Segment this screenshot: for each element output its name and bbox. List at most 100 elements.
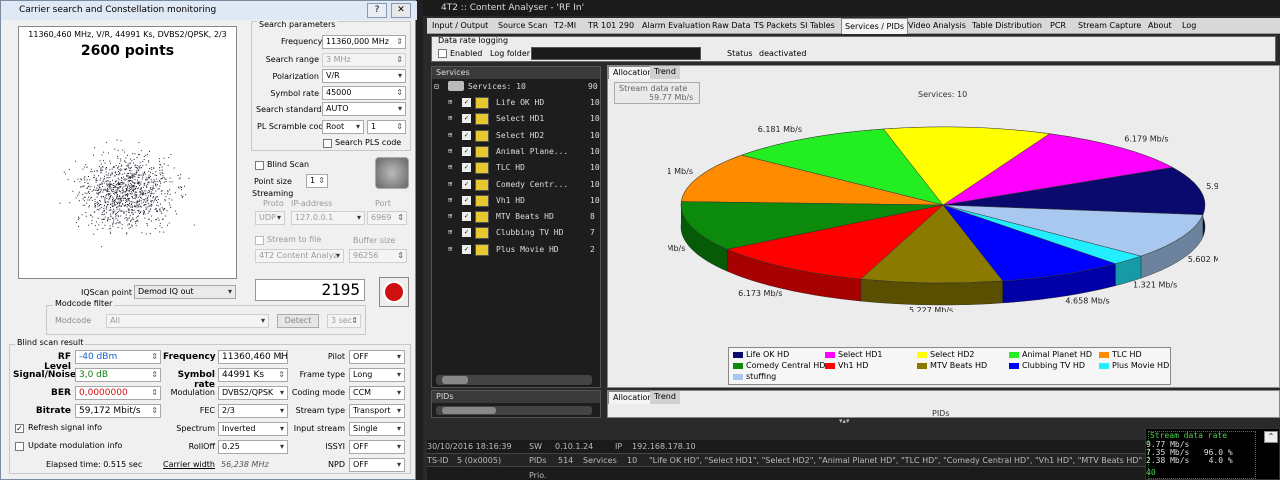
frame-type-select[interactable]: Long <box>349 368 405 382</box>
modcode-select[interactable]: All <box>106 314 269 328</box>
tab-tr-101-290[interactable]: TR 101 290 <box>585 18 637 34</box>
search-pls-checkbox[interactable] <box>323 139 332 148</box>
scroll-thumb[interactable] <box>442 376 468 384</box>
tab-pcr[interactable]: PCR <box>1047 18 1069 34</box>
expand-icon[interactable]: ⊞ <box>448 245 452 253</box>
frequency-input[interactable]: 11360,000 MHz <box>322 35 406 49</box>
enabled-checkbox[interactable] <box>438 49 447 58</box>
close-button[interactable]: ✕ <box>391 3 411 18</box>
expand-icon[interactable]: ⊞ <box>448 196 452 204</box>
splitter[interactable]: ▾▴▾ <box>427 417 1147 426</box>
legend-label: stuffing <box>746 372 777 381</box>
coding-mode-select[interactable]: CCM <box>349 386 405 400</box>
carrier-width-label[interactable]: Carrier width <box>163 460 215 469</box>
service-checkbox[interactable]: ✓ <box>462 228 471 238</box>
pl-scramble-select[interactable]: Root <box>322 120 364 134</box>
expand-icon[interactable]: ⊞ <box>448 228 452 236</box>
service-count: 8 <box>590 212 595 222</box>
iqscan-select[interactable]: Demod IQ out <box>134 285 236 299</box>
tab-log[interactable]: Log <box>1179 18 1199 34</box>
polarization-select[interactable]: V/R <box>322 69 406 83</box>
tab-si-tables[interactable]: SI Tables <box>797 18 838 34</box>
tab-services-pids[interactable]: Services / PIDs <box>841 18 909 34</box>
service-checkbox[interactable]: ✓ <box>462 114 471 124</box>
services-hscrollbar[interactable] <box>436 375 592 385</box>
tab-video-analysis[interactable]: Video Analysis <box>905 18 969 34</box>
collapse-up-icon[interactable]: ⌃ <box>1264 431 1278 443</box>
legend-swatch <box>917 362 927 369</box>
pl-scramble-label: PL Scramble code <box>257 122 329 131</box>
tab-table-distribution[interactable]: Table Distribution <box>969 18 1045 34</box>
service-checkbox[interactable]: ✓ <box>462 98 471 107</box>
service-icon <box>475 178 489 191</box>
expand-icon[interactable]: ⊞ <box>448 131 452 139</box>
npd-select[interactable]: OFF <box>349 458 405 472</box>
stream-to-file-checkbox[interactable] <box>255 236 264 245</box>
service-checkbox[interactable]: ✓ <box>462 212 471 222</box>
service-checkbox[interactable]: ✓ <box>462 163 471 173</box>
pids-hscrollbar[interactable] <box>436 406 592 415</box>
port-input[interactable]: 6969 <box>367 211 407 225</box>
scroll-thumb[interactable] <box>442 407 496 414</box>
tab-alarm-evaluation[interactable]: Alarm Evaluation <box>639 18 713 34</box>
tab-input-output[interactable]: Input / Output <box>429 18 491 34</box>
expand-icon[interactable]: ⊞ <box>448 114 452 122</box>
expand-icon[interactable]: ⊞ <box>448 212 452 220</box>
spectrum-select[interactable]: Inverted <box>218 422 288 436</box>
service-checkbox[interactable]: ✓ <box>462 195 471 205</box>
pie-label: 5.227 Mb/s <box>909 306 953 312</box>
service-checkbox[interactable]: ✓ <box>462 179 471 189</box>
service-checkbox[interactable]: ✓ <box>462 130 471 140</box>
service-checkbox[interactable]: ✓ <box>462 244 471 254</box>
detect-time-input[interactable]: 3 sec <box>327 314 361 328</box>
help-button[interactable]: ? <box>367 3 387 18</box>
stream-type-select[interactable]: Transport <box>349 404 405 418</box>
expand-icon[interactable]: ⊞ <box>448 163 452 171</box>
update-mod-checkbox[interactable] <box>15 442 24 451</box>
proto-select[interactable]: UDP <box>255 211 285 225</box>
detect-button[interactable]: Detect <box>277 314 319 328</box>
tab-stream-capture[interactable]: Stream Capture <box>1075 18 1144 34</box>
tab-about[interactable]: About <box>1145 18 1175 34</box>
input-stream-select[interactable]: Single <box>349 422 405 436</box>
search-range-input[interactable]: 3 MHz <box>322 53 406 67</box>
expand-icon[interactable]: ⊞ <box>448 98 452 106</box>
legend-swatch <box>1099 362 1109 369</box>
pl-scramble-number[interactable]: 1 <box>367 120 406 134</box>
modulation-select[interactable]: DVBS2/QPSK <box>218 386 288 400</box>
tab-raw-data[interactable]: Raw Data <box>709 18 753 34</box>
rolloff-select[interactable]: 0.25 <box>218 440 288 454</box>
status-label: Status <box>727 49 753 58</box>
legend-label: TLC HD <box>1112 350 1142 359</box>
symbol-rate-input[interactable]: 45000 <box>322 86 406 100</box>
ip-select[interactable]: 127.0.0.1 <box>291 211 365 225</box>
blind-scan-checkbox[interactable] <box>255 161 264 170</box>
point-size-input[interactable]: 1 <box>306 174 328 188</box>
tab-source-scan[interactable]: Source Scan <box>495 18 550 34</box>
pilot-select[interactable]: OFF <box>349 350 405 364</box>
refresh-checkbox[interactable]: ✓ <box>15 424 24 433</box>
satellite-dish-icon[interactable] <box>375 157 409 189</box>
buffer-size-input[interactable]: 96256 <box>349 249 407 263</box>
tab-trend-2[interactable]: Trend <box>650 391 680 404</box>
status-sw-label: SW <box>529 442 542 451</box>
issyi-select[interactable]: OFF <box>349 440 405 454</box>
legend-swatch <box>733 373 743 380</box>
freq2-label: Frequency <box>163 352 216 362</box>
content-analyzer-select[interactable]: 4T2 Content Analyz <box>255 249 344 263</box>
search-standard-select[interactable]: AUTO <box>322 102 406 116</box>
collapse-icon[interactable]: ⊟ <box>434 82 439 91</box>
legend-label: Life OK HD <box>746 350 790 359</box>
stop-button[interactable] <box>379 277 409 307</box>
tab-ts-packets[interactable]: TS Packets <box>751 18 800 34</box>
fec-select[interactable]: 2/3 <box>218 404 288 418</box>
tab-t2-mi[interactable]: T2-MI <box>551 18 579 34</box>
search-range-label: Search range <box>265 55 319 64</box>
service-checkbox[interactable]: ✓ <box>462 146 471 156</box>
legend-swatch <box>733 351 743 358</box>
splitter-arrows-icon[interactable]: ▾▴▾ <box>839 417 850 425</box>
log-folder-input[interactable] <box>531 47 701 60</box>
expand-icon[interactable]: ⊞ <box>448 180 452 188</box>
expand-icon[interactable]: ⊞ <box>448 147 452 155</box>
tab-trend[interactable]: Trend <box>650 66 680 79</box>
